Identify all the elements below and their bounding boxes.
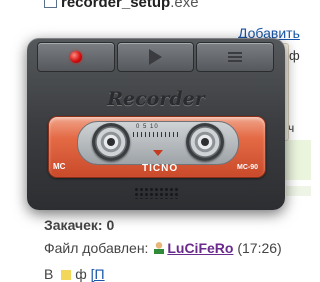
recorder-logo: Recorder xyxy=(107,88,205,110)
play-icon xyxy=(149,49,162,65)
user-icon xyxy=(154,242,165,254)
right-reel-icon xyxy=(186,123,224,161)
tape-scale: 0 5 10 xyxy=(136,124,159,130)
cassette-label-left: MC xyxy=(53,162,66,171)
added-label: Файл добавлен: xyxy=(44,240,149,256)
file-added-line: Файл добавлен: LuCiFeRo (17:26) xyxy=(44,240,282,256)
highlight-panel xyxy=(286,186,311,196)
tape-ticks xyxy=(133,132,181,137)
left-reel-icon xyxy=(92,123,130,161)
menu-icon xyxy=(228,52,243,62)
text-fragment: ф xyxy=(289,48,300,63)
file-title: recorder_setup.exe xyxy=(44,0,199,11)
record-button[interactable] xyxy=(37,42,115,72)
bottom-link[interactable]: [П xyxy=(91,266,105,282)
cassette-label-center: TICNO xyxy=(142,163,179,174)
speaker-grille xyxy=(134,187,178,199)
cassette-label-right: MC-90 xyxy=(237,164,259,171)
menu-button[interactable] xyxy=(196,42,275,72)
cassette-window: 0 5 10 xyxy=(77,121,239,165)
play-button[interactable] xyxy=(116,42,195,72)
downloads-count: Закачек: 0 xyxy=(44,217,115,233)
file-name: recorder_setup xyxy=(61,0,171,11)
uploader-link[interactable]: LuCiFeRo xyxy=(167,240,233,256)
bottom-line: В ф [П xyxy=(44,266,105,282)
added-time: (17:26) xyxy=(237,240,282,256)
cassette-tape: 0 5 10 MC TICNO MC-90 xyxy=(48,116,266,178)
bottom-prefix: В xyxy=(44,266,54,282)
arrow-down-icon xyxy=(153,150,163,156)
file-extension: .exe xyxy=(170,0,199,11)
recorder-toolbar xyxy=(37,42,275,72)
bottom-mid: ф xyxy=(75,266,87,282)
file-icon xyxy=(44,0,57,8)
record-icon xyxy=(69,51,82,63)
recorder-gadget[interactable]: Recorder 0 5 10 MC TICNO MC-90 xyxy=(27,38,285,210)
